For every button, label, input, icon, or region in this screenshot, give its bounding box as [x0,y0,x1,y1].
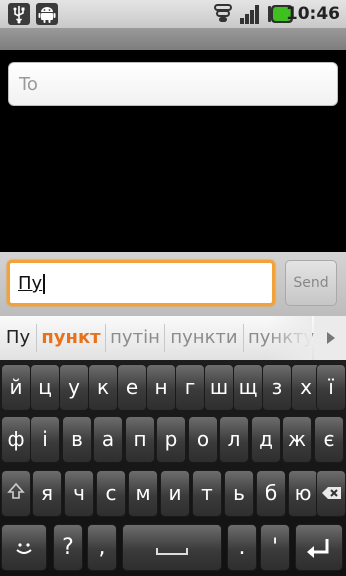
key[interactable]: п [125,416,155,463]
shift-key[interactable] [1,470,31,517]
key[interactable]: у [59,364,89,411]
comma-key[interactable]: , [87,524,117,571]
suggestion-typed[interactable]: Пу [0,316,36,360]
compose-bar: Пу Send [0,252,346,316]
key[interactable]: б [256,470,286,517]
smiley-icon [16,543,32,554]
key[interactable]: ш [204,364,234,411]
key[interactable]: р [156,416,186,463]
key[interactable]: я [32,470,62,517]
android-icon [36,3,58,25]
key[interactable]: ї [316,364,346,411]
question-key[interactable]: ? [53,524,83,571]
suggestion-item[interactable]: путін [106,316,164,360]
text-caret [43,274,45,294]
key[interactable]: к [88,364,118,411]
key[interactable]: з [262,364,292,411]
apostrophe-key[interactable]: ' [260,524,290,571]
key[interactable]: а [93,416,123,463]
title-strip [0,28,346,50]
suggestion-strip: Пу пункт путін пункти пункту [0,316,346,360]
emoji-key[interactable] [1,524,47,571]
key[interactable]: т [192,470,222,517]
keyboard: й ц у к е н г ш щ з х ї ф і в а п р о л … [0,360,346,576]
key[interactable]: ж [282,416,312,463]
suggestion-best[interactable]: пункт [37,316,105,360]
key[interactable]: і [30,416,60,463]
key[interactable]: о [188,416,218,463]
to-field[interactable]: To [8,62,338,106]
usb-icon [8,3,30,25]
key[interactable]: с [96,470,126,517]
space-key[interactable] [122,524,222,571]
key[interactable]: ц [30,364,60,411]
key[interactable]: е [117,364,147,411]
key[interactable]: є [314,416,344,463]
space-bar-icon [156,548,188,555]
key[interactable]: ю [288,470,318,517]
key[interactable]: в [62,416,92,463]
key[interactable]: ь [224,470,254,517]
key[interactable]: г [175,364,205,411]
send-button[interactable]: Send [285,260,337,306]
key[interactable]: м [128,470,158,517]
key[interactable]: й [1,364,31,411]
message-text: Пу [18,273,43,294]
key[interactable]: н [146,364,176,411]
backspace-key[interactable] [316,470,346,517]
message-input[interactable]: Пу [7,260,275,306]
key[interactable]: щ [233,364,263,411]
enter-icon [307,539,329,558]
shift-icon [7,482,25,499]
enter-key[interactable] [295,524,343,571]
clock: 10:46 [285,4,340,24]
key[interactable]: ф [1,416,31,463]
key[interactable]: и [160,470,190,517]
wifi-icon [214,4,232,22]
key[interactable]: ч [64,470,94,517]
period-key[interactable]: . [227,524,257,571]
status-bar: 10:46 [0,0,346,28]
suggestion-item[interactable]: пункти [165,316,243,360]
backspace-icon [322,487,341,499]
arrow-right-icon[interactable] [314,316,346,360]
key[interactable]: л [219,416,249,463]
signal-icon [240,5,259,24]
to-placeholder: To [19,74,38,95]
key[interactable]: д [251,416,281,463]
suggestion-fade [268,316,312,360]
